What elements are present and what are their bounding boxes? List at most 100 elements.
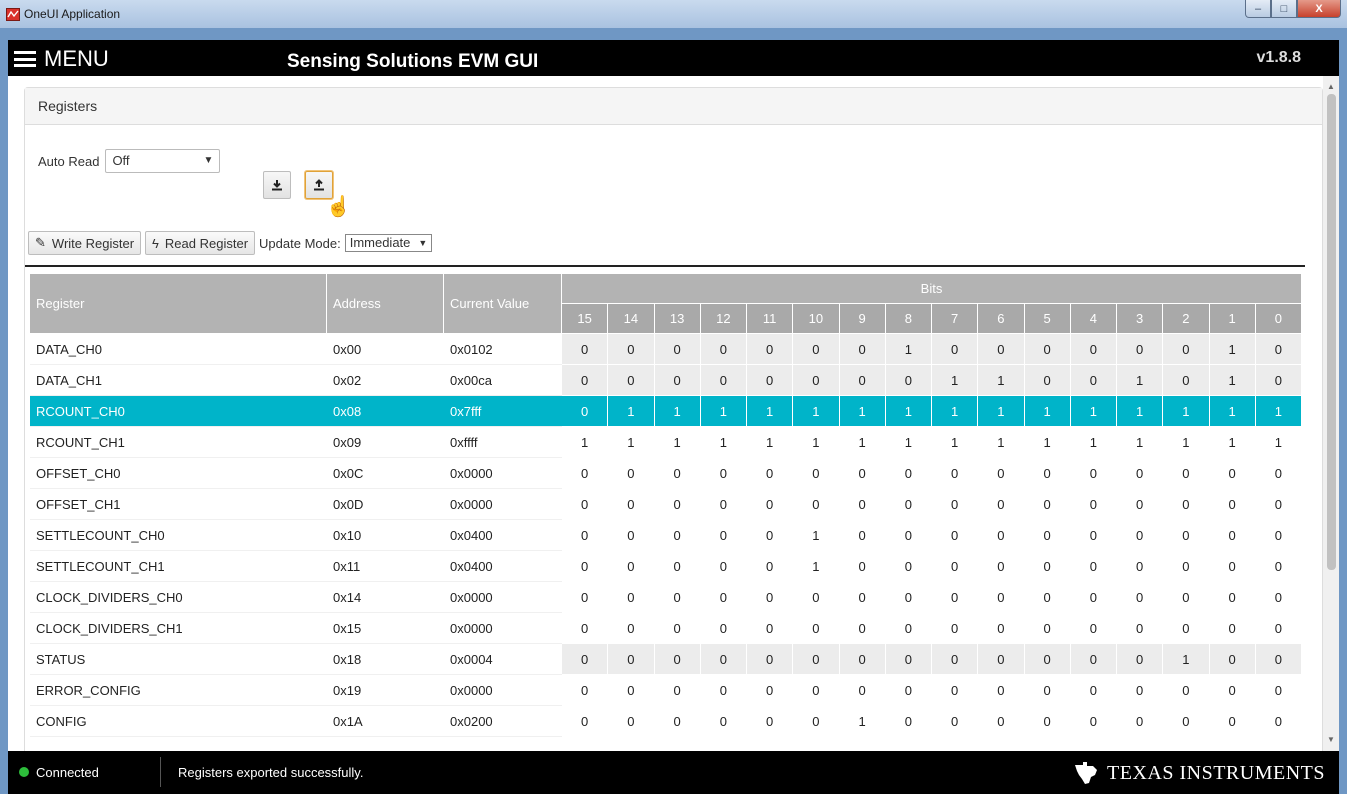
bit-cell[interactable]: 1 [562, 427, 609, 458]
bit-cell[interactable]: 0 [978, 458, 1025, 489]
bit-cell[interactable]: 0 [1024, 706, 1071, 737]
bit-cell[interactable]: 0 [562, 365, 609, 396]
current-value-cell[interactable]: 0xffff [444, 427, 562, 458]
current-value-cell[interactable]: 0x0102 [444, 334, 562, 365]
table-row[interactable]: ERROR_CONFIG 0x19 0x0000 0 0 0 0 0 0 0 0 0 0 0 0 0 0 0 0 [30, 675, 1302, 706]
menu-button[interactable]: MENU [14, 46, 109, 72]
bit-cell[interactable]: 0 [1070, 365, 1117, 396]
import-button[interactable] [263, 171, 291, 199]
bit-cell[interactable]: 0 [1070, 582, 1117, 613]
bit-cell[interactable]: 1 [1070, 396, 1117, 427]
bit-cell[interactable]: 0 [700, 613, 747, 644]
bit-cell[interactable]: 0 [1163, 551, 1210, 582]
bit-cell[interactable]: 1 [885, 396, 932, 427]
bit-cell[interactable]: 1 [1209, 396, 1256, 427]
bit-cell[interactable]: 0 [562, 489, 609, 520]
bit-cell[interactable]: 0 [1117, 551, 1164, 582]
bit-cell[interactable]: 0 [885, 365, 932, 396]
bit-cell[interactable]: 0 [1117, 334, 1164, 365]
bit-cell[interactable]: 0 [1070, 644, 1117, 675]
bit-cell[interactable]: 0 [562, 458, 609, 489]
bit-cell[interactable]: 0 [978, 489, 1025, 520]
bit-cell[interactable]: 0 [839, 489, 886, 520]
bit-cell[interactable]: 0 [562, 334, 609, 365]
bit-cell[interactable]: 0 [932, 706, 979, 737]
bit-cell[interactable]: 0 [885, 675, 932, 706]
bit-cell[interactable]: 0 [1024, 551, 1071, 582]
table-row[interactable]: SETTLECOUNT_CH0 0x10 0x0400 0 0 0 0 0 1 0 0 0 0 0 0 0 0 0… [30, 520, 1302, 551]
bit-cell[interactable]: 0 [1255, 365, 1302, 396]
bit-cell[interactable]: 0 [654, 365, 701, 396]
table-row[interactable]: OFFSET_CH0 0x0C 0x0000 0 0 0 0 0 0 0 0 0 0 0 0 0 0 0 0 [30, 458, 1302, 489]
bit-cell[interactable]: 0 [700, 644, 747, 675]
bit-cell[interactable]: 0 [562, 675, 609, 706]
bit-cell[interactable]: 0 [978, 613, 1025, 644]
bit-cell[interactable]: 1 [747, 427, 794, 458]
bit-cell[interactable]: 0 [1209, 706, 1256, 737]
bit-cell[interactable]: 0 [1163, 582, 1210, 613]
bit-cell[interactable]: 1 [1209, 365, 1256, 396]
bit-cell[interactable]: 1 [839, 706, 886, 737]
bit-cell[interactable]: 0 [608, 551, 655, 582]
bit-cell[interactable]: 0 [654, 675, 701, 706]
bit-cell[interactable]: 0 [654, 334, 701, 365]
bit-cell[interactable]: 0 [608, 365, 655, 396]
bit-cell[interactable]: 0 [608, 489, 655, 520]
bit-cell[interactable]: 1 [1163, 427, 1210, 458]
bit-cell[interactable]: 0 [978, 675, 1025, 706]
bit-cell[interactable]: 0 [978, 706, 1025, 737]
bit-cell[interactable]: 1 [793, 551, 840, 582]
bit-cell[interactable]: 0 [1024, 613, 1071, 644]
bit-cell[interactable]: 0 [608, 582, 655, 613]
bit-cell[interactable]: 0 [885, 458, 932, 489]
bit-cell[interactable]: 0 [793, 582, 840, 613]
bit-cell[interactable]: 0 [1070, 520, 1117, 551]
bit-cell[interactable]: 0 [747, 489, 794, 520]
bit-cell[interactable]: 1 [654, 396, 701, 427]
bit-cell[interactable]: 0 [562, 396, 609, 427]
bit-cell[interactable]: 0 [1255, 613, 1302, 644]
bit-cell[interactable]: 0 [1117, 582, 1164, 613]
bit-cell[interactable]: 0 [1209, 458, 1256, 489]
bit-cell[interactable]: 0 [885, 551, 932, 582]
bit-cell[interactable]: 0 [562, 551, 609, 582]
bit-cell[interactable]: 0 [608, 334, 655, 365]
bit-cell[interactable]: 0 [1255, 644, 1302, 675]
bit-cell[interactable]: 0 [700, 675, 747, 706]
col-header-address[interactable]: Address [327, 274, 444, 334]
bit-cell[interactable]: 0 [1070, 675, 1117, 706]
bit-cell[interactable]: 0 [932, 551, 979, 582]
bit-cell[interactable]: 0 [932, 644, 979, 675]
bit-cell[interactable]: 1 [1117, 396, 1164, 427]
table-row[interactable]: RCOUNT_CH0 0x08 0x7fff 0 1 1 1 1 1 1 1 1 1 1 1 1 1 1 1 [30, 396, 1302, 427]
bit-cell[interactable]: 0 [747, 613, 794, 644]
bit-cell[interactable]: 1 [1163, 396, 1210, 427]
table-row[interactable]: RCOUNT_CH1 0x09 0xffff 1 1 1 1 1 1 1 1 1 1 1 1 1 1 1 1 [30, 427, 1302, 458]
bit-cell[interactable]: 0 [700, 334, 747, 365]
bit-cell[interactable]: 0 [1255, 520, 1302, 551]
bit-cell[interactable]: 0 [839, 520, 886, 551]
table-row[interactable]: DATA_CH0 0x00 0x0102 0 0 0 0 0 0 0 1 0 0 0 0 0 0 1 0 [30, 334, 1302, 365]
bit-cell[interactable]: 1 [885, 427, 932, 458]
vertical-scrollbar[interactable]: ▲ ▼ [1323, 76, 1339, 751]
bit-cell[interactable]: 0 [1117, 644, 1164, 675]
bit-cell[interactable]: 0 [654, 706, 701, 737]
bit-cell[interactable]: 0 [932, 489, 979, 520]
bit-cell[interactable]: 0 [1209, 582, 1256, 613]
bit-cell[interactable]: 1 [932, 365, 979, 396]
bit-cell[interactable]: 1 [793, 427, 840, 458]
bit-cell[interactable]: 0 [1117, 520, 1164, 551]
bit-cell[interactable]: 0 [747, 551, 794, 582]
bit-cell[interactable]: 0 [839, 365, 886, 396]
bit-cell[interactable]: 0 [978, 582, 1025, 613]
bit-cell[interactable]: 0 [1163, 706, 1210, 737]
bit-cell[interactable]: 0 [1117, 489, 1164, 520]
bit-cell[interactable]: 0 [747, 334, 794, 365]
maximize-button[interactable]: □ [1271, 0, 1297, 18]
bit-cell[interactable]: 0 [700, 582, 747, 613]
bit-cell[interactable]: 1 [839, 427, 886, 458]
bit-cell[interactable]: 1 [885, 334, 932, 365]
bit-cell[interactable]: 0 [1255, 706, 1302, 737]
bit-cell[interactable]: 0 [562, 520, 609, 551]
bit-cell[interactable]: 0 [1163, 458, 1210, 489]
